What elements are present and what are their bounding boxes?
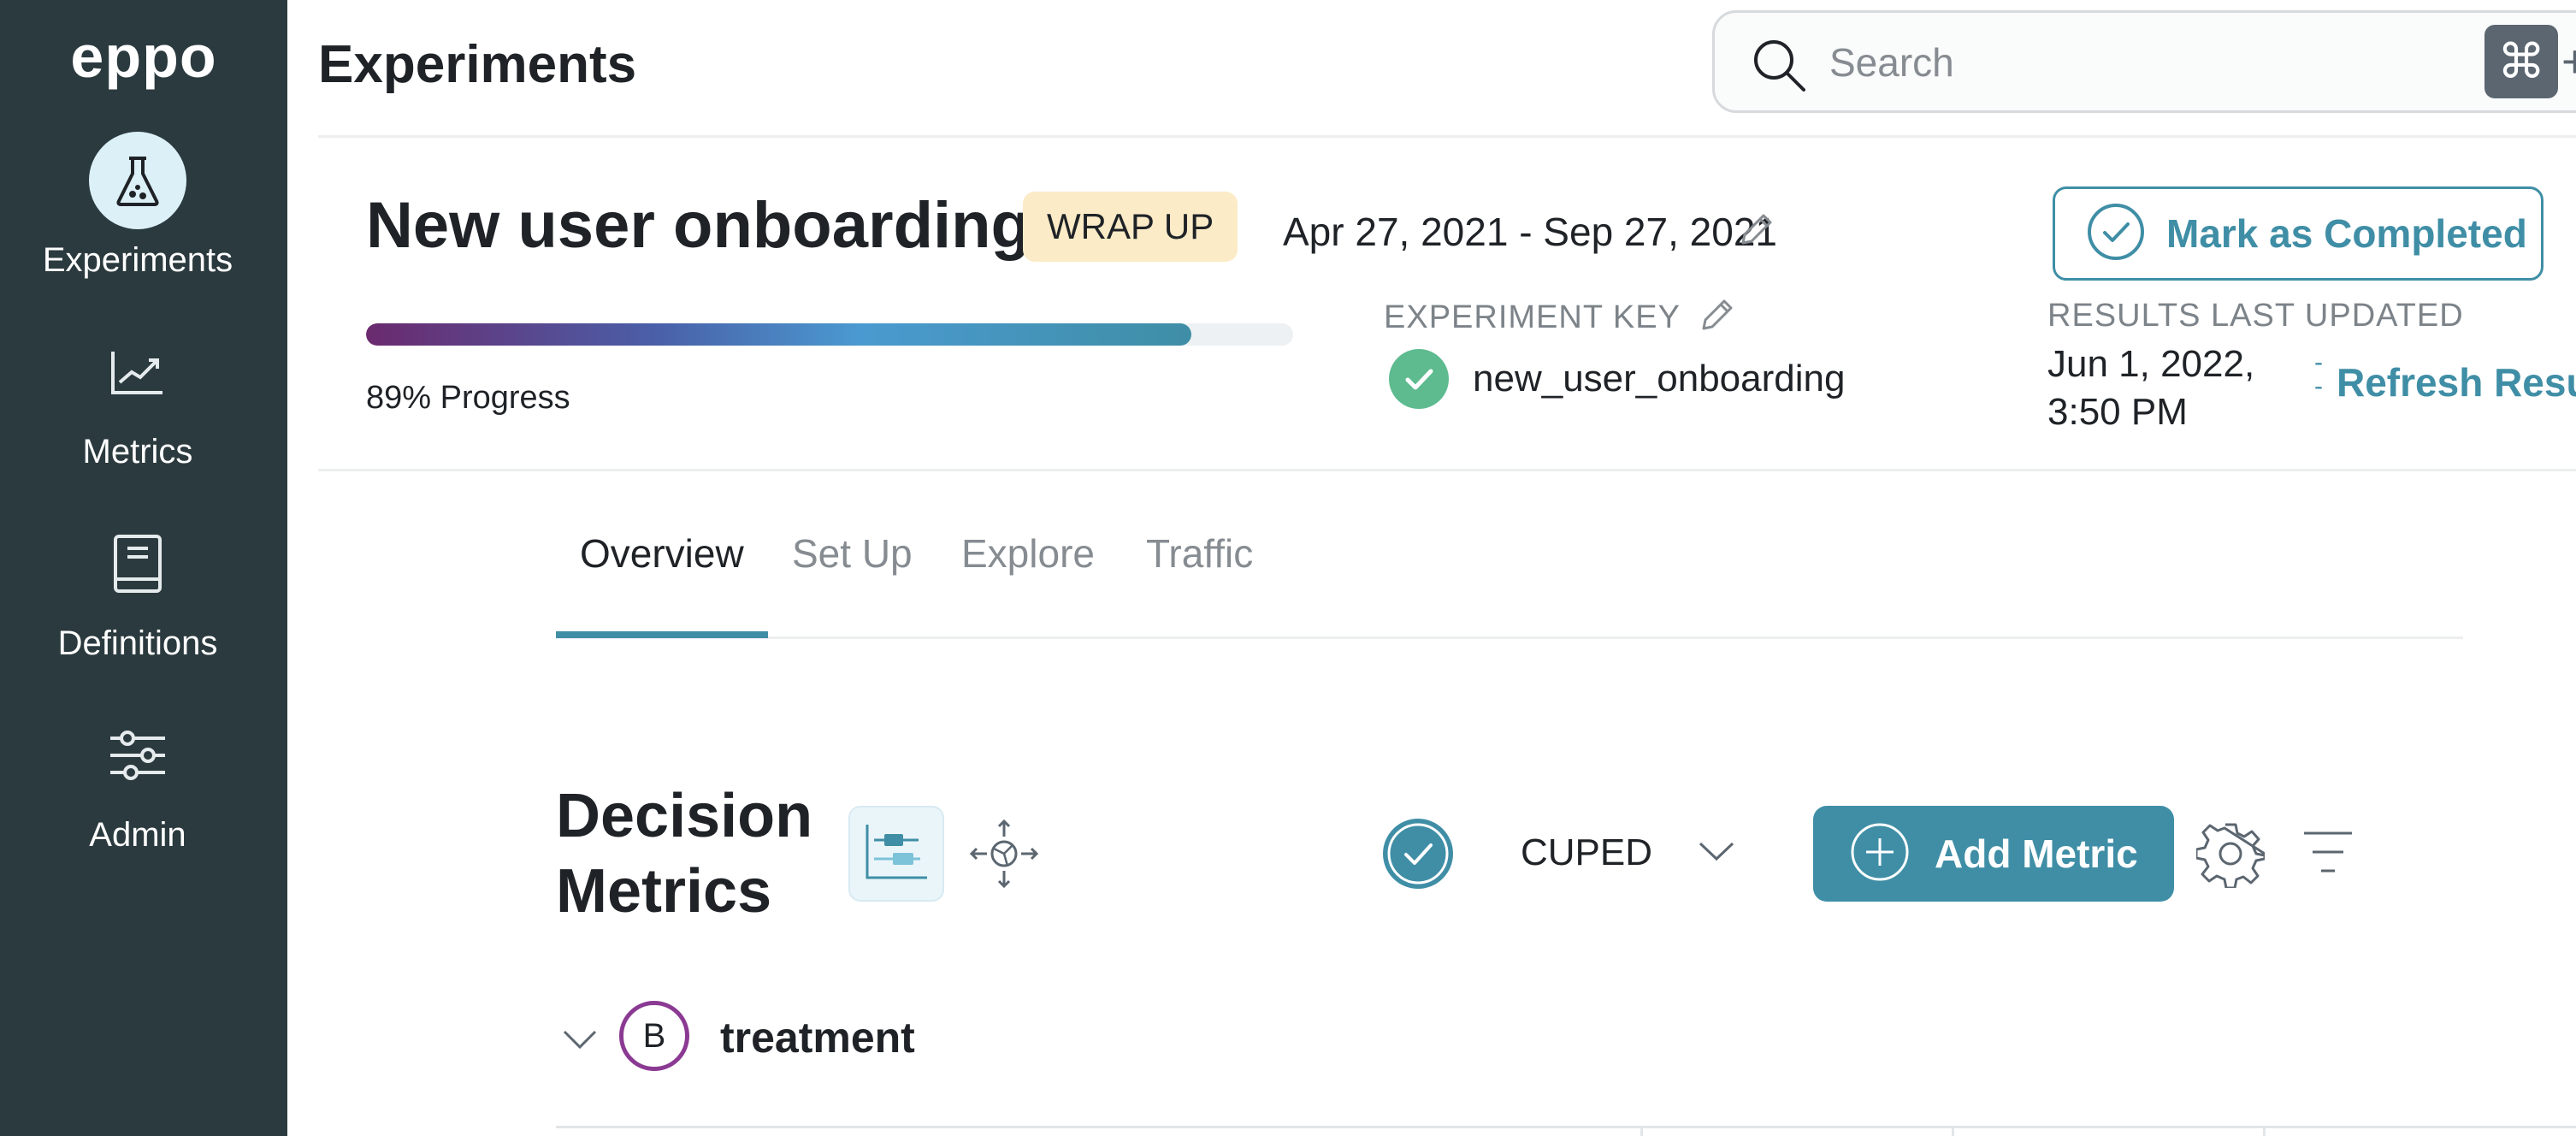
progress-bar	[366, 323, 1293, 346]
experiment-name: New user onboarding	[366, 189, 1031, 262]
progress-label: 89% Progress	[366, 380, 570, 416]
cuped-toggle[interactable]	[1380, 816, 1456, 896]
tab-bar: Overview Set Up Explore Traffic	[556, 530, 2463, 642]
variant-badge: B	[619, 1001, 689, 1071]
progress-bar-fill	[366, 323, 1191, 346]
sidebar-item-metrics[interactable]: Metrics	[0, 323, 287, 494]
results-table-column-divider	[1952, 1126, 1954, 1136]
sidebar-item-admin[interactable]: Admin	[0, 707, 287, 878]
results-table-top-border	[556, 1126, 2576, 1128]
flask-icon	[89, 132, 186, 229]
decision-metrics-title-line: Decision	[556, 782, 813, 850]
refresh-divider: --	[2314, 348, 2323, 400]
variant-name: treatment	[720, 1014, 915, 1062]
search-box[interactable]: ⌘ +	[1712, 10, 2576, 113]
header-divider	[318, 135, 2576, 138]
mark-as-completed-label: Mark as Completed	[2166, 211, 2527, 256]
page-title: Experiments	[318, 35, 637, 94]
sidebar-item-experiments[interactable]: Experiments	[0, 132, 287, 303]
status-badge: WRAP UP	[1023, 192, 1238, 262]
tab-overview[interactable]: Overview	[580, 530, 744, 638]
experiment-key-value: new_user_onboarding	[1473, 358, 1846, 399]
book-icon	[89, 515, 186, 612]
results-last-updated-label: RESULTS LAST UPDATED	[2047, 298, 2464, 334]
tabs-divider	[556, 636, 2463, 639]
gear-icon[interactable]	[2195, 819, 2266, 892]
results-time-line: 3:50 PM	[2047, 391, 2188, 433]
mark-as-completed-button[interactable]: Mark as Completed	[2053, 186, 2544, 281]
sidebar-item-label: Experiments	[42, 241, 233, 279]
tab-explore[interactable]: Explore	[961, 530, 1095, 638]
results-table-column-divider	[2263, 1126, 2266, 1136]
tab-traffic[interactable]: Traffic	[1146, 530, 1253, 638]
filter-icon[interactable]	[2301, 826, 2355, 882]
success-check-icon	[1387, 347, 1450, 415]
sidebar-item-label: Definitions	[57, 624, 218, 662]
box-plot-chart-icon	[864, 823, 929, 885]
cuped-label: CUPED	[1521, 831, 1653, 873]
command-key-icon: ⌘	[2484, 25, 2558, 98]
app-root: eppo Experiments Metrics Definitions Adm…	[0, 0, 2576, 1136]
search-icon	[1751, 37, 1807, 98]
eppo-logo[interactable]: eppo	[0, 22, 287, 91]
sidebar-item-label: Admin	[89, 816, 186, 854]
add-metric-label: Add Metric	[1935, 831, 2138, 876]
add-metric-button[interactable]: Add Metric	[1813, 806, 2174, 902]
refresh-results-link[interactable]: Refresh Resu	[2337, 359, 2576, 405]
explore-view-icon[interactable]	[968, 818, 1040, 894]
search-input[interactable]	[1829, 35, 2428, 90]
tab-set-up[interactable]: Set Up	[792, 530, 913, 638]
experiment-header-divider	[318, 469, 2576, 471]
chart-trend-icon	[89, 323, 186, 421]
experiment-key-label: EXPERIMENT KEY	[1384, 299, 1681, 335]
plus-circle-icon	[1849, 821, 1911, 887]
results-date-line: Jun 1, 2022,	[2047, 343, 2255, 385]
shortcut-plus: +	[2561, 36, 2576, 87]
results-table-column-divider	[1640, 1126, 1643, 1136]
date-range: Apr 27, 2021 - Sep 27, 2021	[1283, 210, 1777, 254]
sidebar: eppo Experiments Metrics Definitions Adm…	[0, 0, 287, 1136]
chevron-down-icon[interactable]	[1697, 838, 1736, 868]
chevron-down-icon[interactable]	[561, 1027, 599, 1056]
edit-pencil-icon[interactable]	[1736, 210, 1775, 254]
sliders-icon	[89, 707, 186, 804]
decision-metrics-title: Decision Metrics	[556, 778, 830, 929]
sidebar-item-label: Metrics	[82, 433, 193, 470]
decision-metrics-title-line: Metrics	[556, 857, 772, 926]
active-tab-indicator	[556, 631, 768, 638]
check-circle-icon	[2086, 202, 2146, 266]
edit-pencil-icon[interactable]	[1697, 296, 1736, 340]
sidebar-item-definitions[interactable]: Definitions	[0, 515, 287, 686]
results-last-updated-value: Jun 1, 2022, 3:50 PM	[2047, 340, 2254, 436]
chart-view-toggle[interactable]	[848, 806, 944, 902]
